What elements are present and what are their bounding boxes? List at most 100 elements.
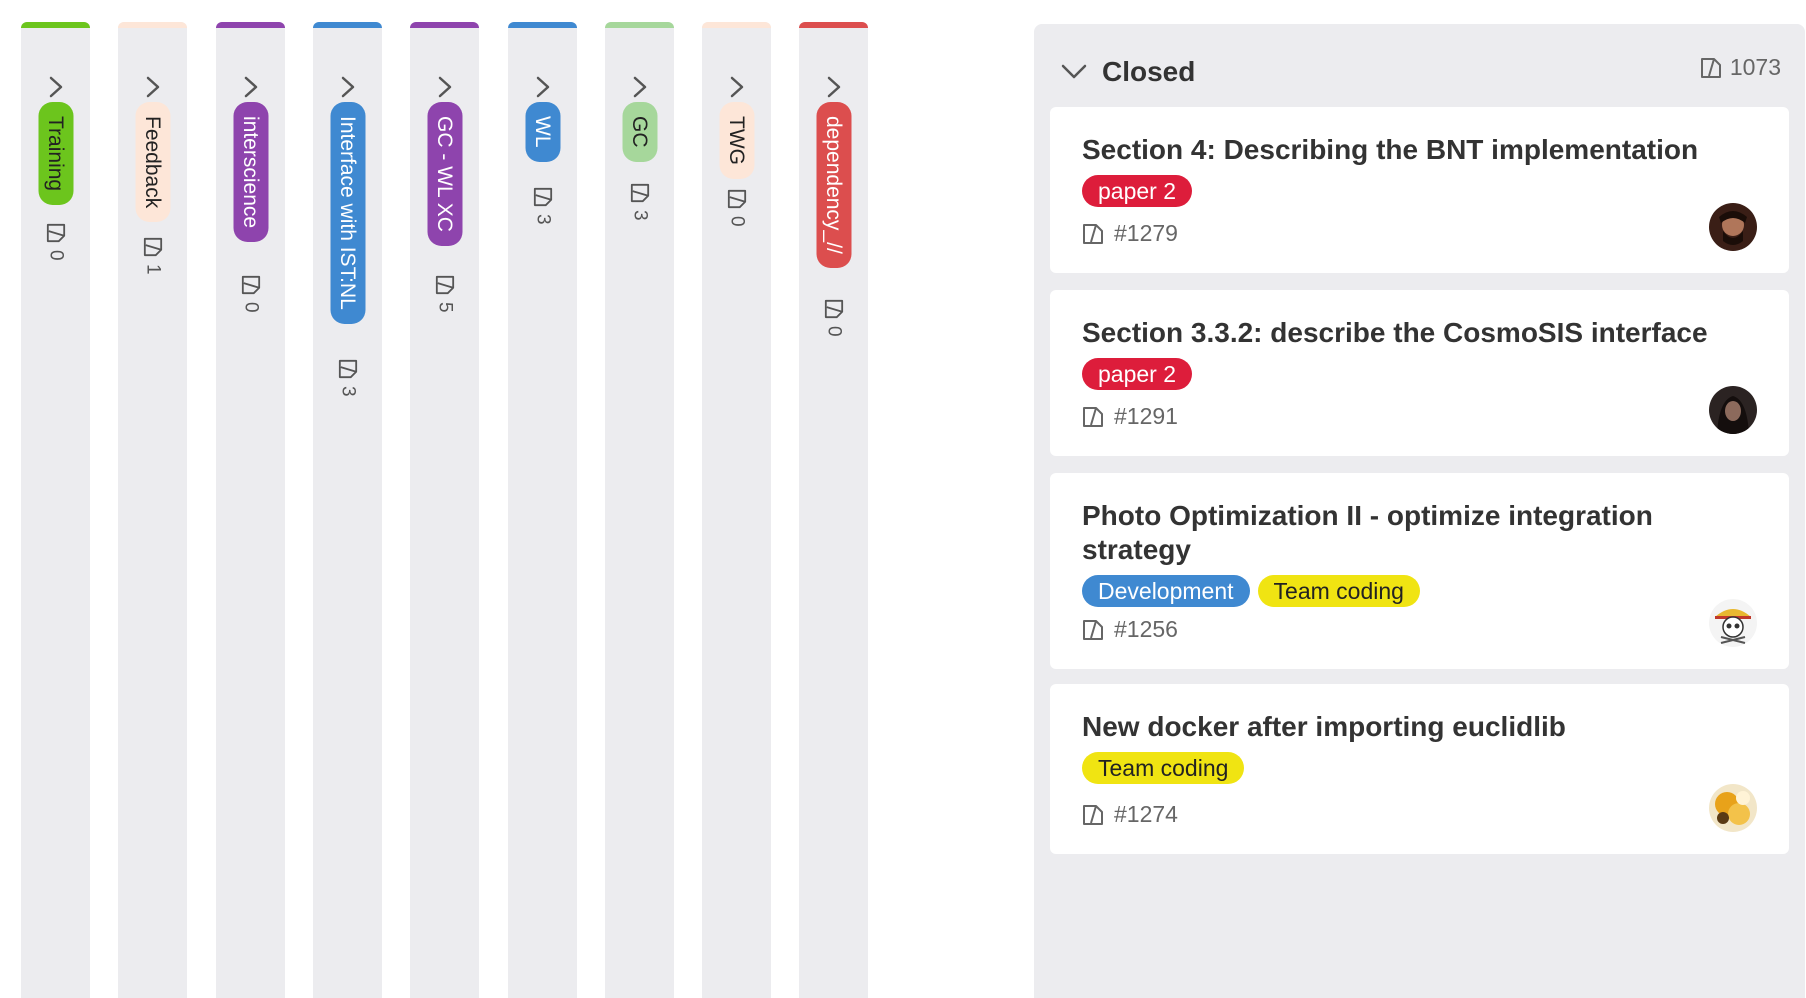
column-label: GC - WL XC bbox=[427, 102, 462, 246]
chevron-right-icon bbox=[536, 76, 549, 98]
column-issue-count-value: 0 bbox=[45, 250, 67, 261]
column-issue-count: 0 bbox=[823, 298, 845, 337]
tag-team-coding: Team coding bbox=[1082, 752, 1245, 784]
chevron-right-icon bbox=[633, 76, 646, 98]
expand-column-button[interactable] bbox=[824, 76, 844, 98]
expand-column-button[interactable] bbox=[533, 76, 553, 98]
chevron-right-icon bbox=[146, 76, 159, 98]
collapsed-column[interactable]: TWG 0 bbox=[702, 22, 771, 998]
tag-paper-2: paper 2 bbox=[1082, 175, 1193, 207]
column-issue-count: 3 bbox=[337, 358, 359, 397]
issue-reference: #1256 bbox=[1114, 616, 1178, 642]
issue-reference: #1291 bbox=[1114, 403, 1178, 429]
issue-icon bbox=[1083, 223, 1103, 244]
avatar[interactable] bbox=[1709, 784, 1757, 832]
column-label: Interface with IST:NL bbox=[330, 102, 365, 324]
issue-icon bbox=[727, 189, 746, 209]
collapsed-column[interactable]: GC 3 bbox=[605, 22, 674, 998]
issue-title: New docker after importing euclidlib bbox=[1082, 711, 1566, 742]
closed-column-header: Closed 1073 bbox=[1034, 24, 1805, 120]
collapsed-column[interactable]: Training 0 bbox=[21, 22, 90, 998]
issue-icon bbox=[143, 237, 162, 257]
issue-card[interactable]: New docker after importing euclidlib Tea… bbox=[1050, 684, 1789, 854]
avatar[interactable] bbox=[1709, 203, 1757, 251]
chevron-right-icon bbox=[244, 76, 257, 98]
collapsed-column[interactable]: WL 3 bbox=[508, 22, 577, 998]
tag-paper-2: paper 2 bbox=[1082, 358, 1193, 390]
column-issue-count-value: 1 bbox=[142, 264, 164, 275]
collapsed-column[interactable]: dependency_// 0 bbox=[799, 22, 868, 998]
issue-meta: #1279 bbox=[1082, 220, 1178, 247]
issue-card[interactable]: Section 3.3.2: describe the CosmoSIS int… bbox=[1050, 290, 1789, 456]
column-issue-count-value: 3 bbox=[532, 214, 554, 225]
column-color-bar bbox=[313, 22, 382, 28]
collapsed-column[interactable]: Feedback 1 bbox=[118, 22, 187, 998]
column-issue-count: 1 bbox=[142, 236, 164, 275]
issue-reference: #1279 bbox=[1114, 220, 1178, 246]
column-issue-count-value: 0 bbox=[823, 326, 845, 337]
issue-icon bbox=[241, 275, 260, 295]
collapse-toggle-button[interactable] bbox=[1058, 56, 1090, 88]
avatar[interactable] bbox=[1709, 599, 1757, 647]
column-title: Closed bbox=[1102, 56, 1196, 87]
issue-icon bbox=[46, 223, 65, 243]
column-issue-count-value: 5 bbox=[434, 302, 456, 313]
issue-icon bbox=[1083, 804, 1103, 825]
issue-icon bbox=[1083, 619, 1103, 640]
issue-count: 1073 bbox=[1700, 54, 1781, 81]
expand-column-button[interactable] bbox=[46, 76, 66, 98]
issue-icon bbox=[338, 359, 357, 379]
chevron-right-icon bbox=[730, 76, 743, 98]
expand-column-button[interactable] bbox=[435, 76, 455, 98]
issue-icon bbox=[630, 183, 649, 203]
column-label: Training bbox=[38, 102, 73, 206]
issue-reference: #1274 bbox=[1114, 801, 1178, 827]
issue-title: Photo Optimization II - optimize integra… bbox=[1082, 500, 1653, 565]
column-label: interscience bbox=[233, 102, 268, 243]
column-color-bar bbox=[605, 22, 674, 28]
column-issue-count: 5 bbox=[434, 274, 456, 313]
column-color-bar bbox=[799, 22, 868, 28]
column-color-bar bbox=[216, 22, 285, 28]
issue-icon bbox=[435, 275, 454, 295]
column-label: Feedback bbox=[135, 102, 170, 223]
column-label: dependency_// bbox=[816, 102, 851, 268]
column-issue-count-value: 0 bbox=[726, 216, 748, 227]
expand-column-button[interactable] bbox=[727, 76, 747, 98]
column-issue-count: 3 bbox=[532, 186, 554, 225]
column-issue-count: 0 bbox=[726, 188, 748, 227]
column-label: TWG bbox=[719, 102, 754, 179]
collapsed-column[interactable]: interscience 0 bbox=[216, 22, 285, 998]
column-color-bar bbox=[118, 22, 187, 28]
tag-team-coding: Team coding bbox=[1257, 575, 1420, 607]
collapsed-column[interactable]: Interface with IST:NL 3 bbox=[313, 22, 382, 998]
expand-column-button[interactable] bbox=[630, 76, 650, 98]
issue-card[interactable]: Section 4: Describing the BNT implementa… bbox=[1050, 107, 1789, 273]
column-color-bar bbox=[702, 22, 771, 28]
column-issue-count-value: 0 bbox=[240, 302, 262, 313]
column-issue-count: 0 bbox=[45, 222, 67, 261]
column-issue-count: 3 bbox=[629, 182, 651, 221]
issue-meta: #1274 bbox=[1082, 801, 1178, 828]
tag-development: Development bbox=[1082, 575, 1250, 607]
column-color-bar bbox=[410, 22, 479, 28]
column-label: GC bbox=[622, 102, 657, 162]
issue-meta: #1256 bbox=[1082, 616, 1178, 643]
avatar[interactable] bbox=[1709, 386, 1757, 434]
expand-column-button[interactable] bbox=[338, 76, 358, 98]
collapsed-column[interactable]: GC - WL XC 5 bbox=[410, 22, 479, 998]
column-issue-count-value: 3 bbox=[337, 386, 359, 397]
chevron-right-icon bbox=[49, 76, 62, 98]
closed-column: Closed 1073 Section 4: Describing the BN… bbox=[1034, 24, 1805, 998]
column-label: WL bbox=[525, 102, 560, 162]
chevron-right-icon bbox=[827, 76, 840, 98]
issue-icon bbox=[824, 299, 843, 319]
issue-count-value: 1073 bbox=[1729, 54, 1781, 80]
issue-title: Section 3.3.2: describe the CosmoSIS int… bbox=[1082, 317, 1708, 348]
issue-icon bbox=[1083, 406, 1103, 427]
column-color-bar bbox=[508, 22, 577, 28]
expand-column-button[interactable] bbox=[241, 76, 261, 98]
expand-column-button[interactable] bbox=[143, 76, 163, 98]
column-issue-count-value: 3 bbox=[629, 210, 651, 221]
issue-card[interactable]: Photo Optimization II - optimize integra… bbox=[1050, 473, 1789, 669]
